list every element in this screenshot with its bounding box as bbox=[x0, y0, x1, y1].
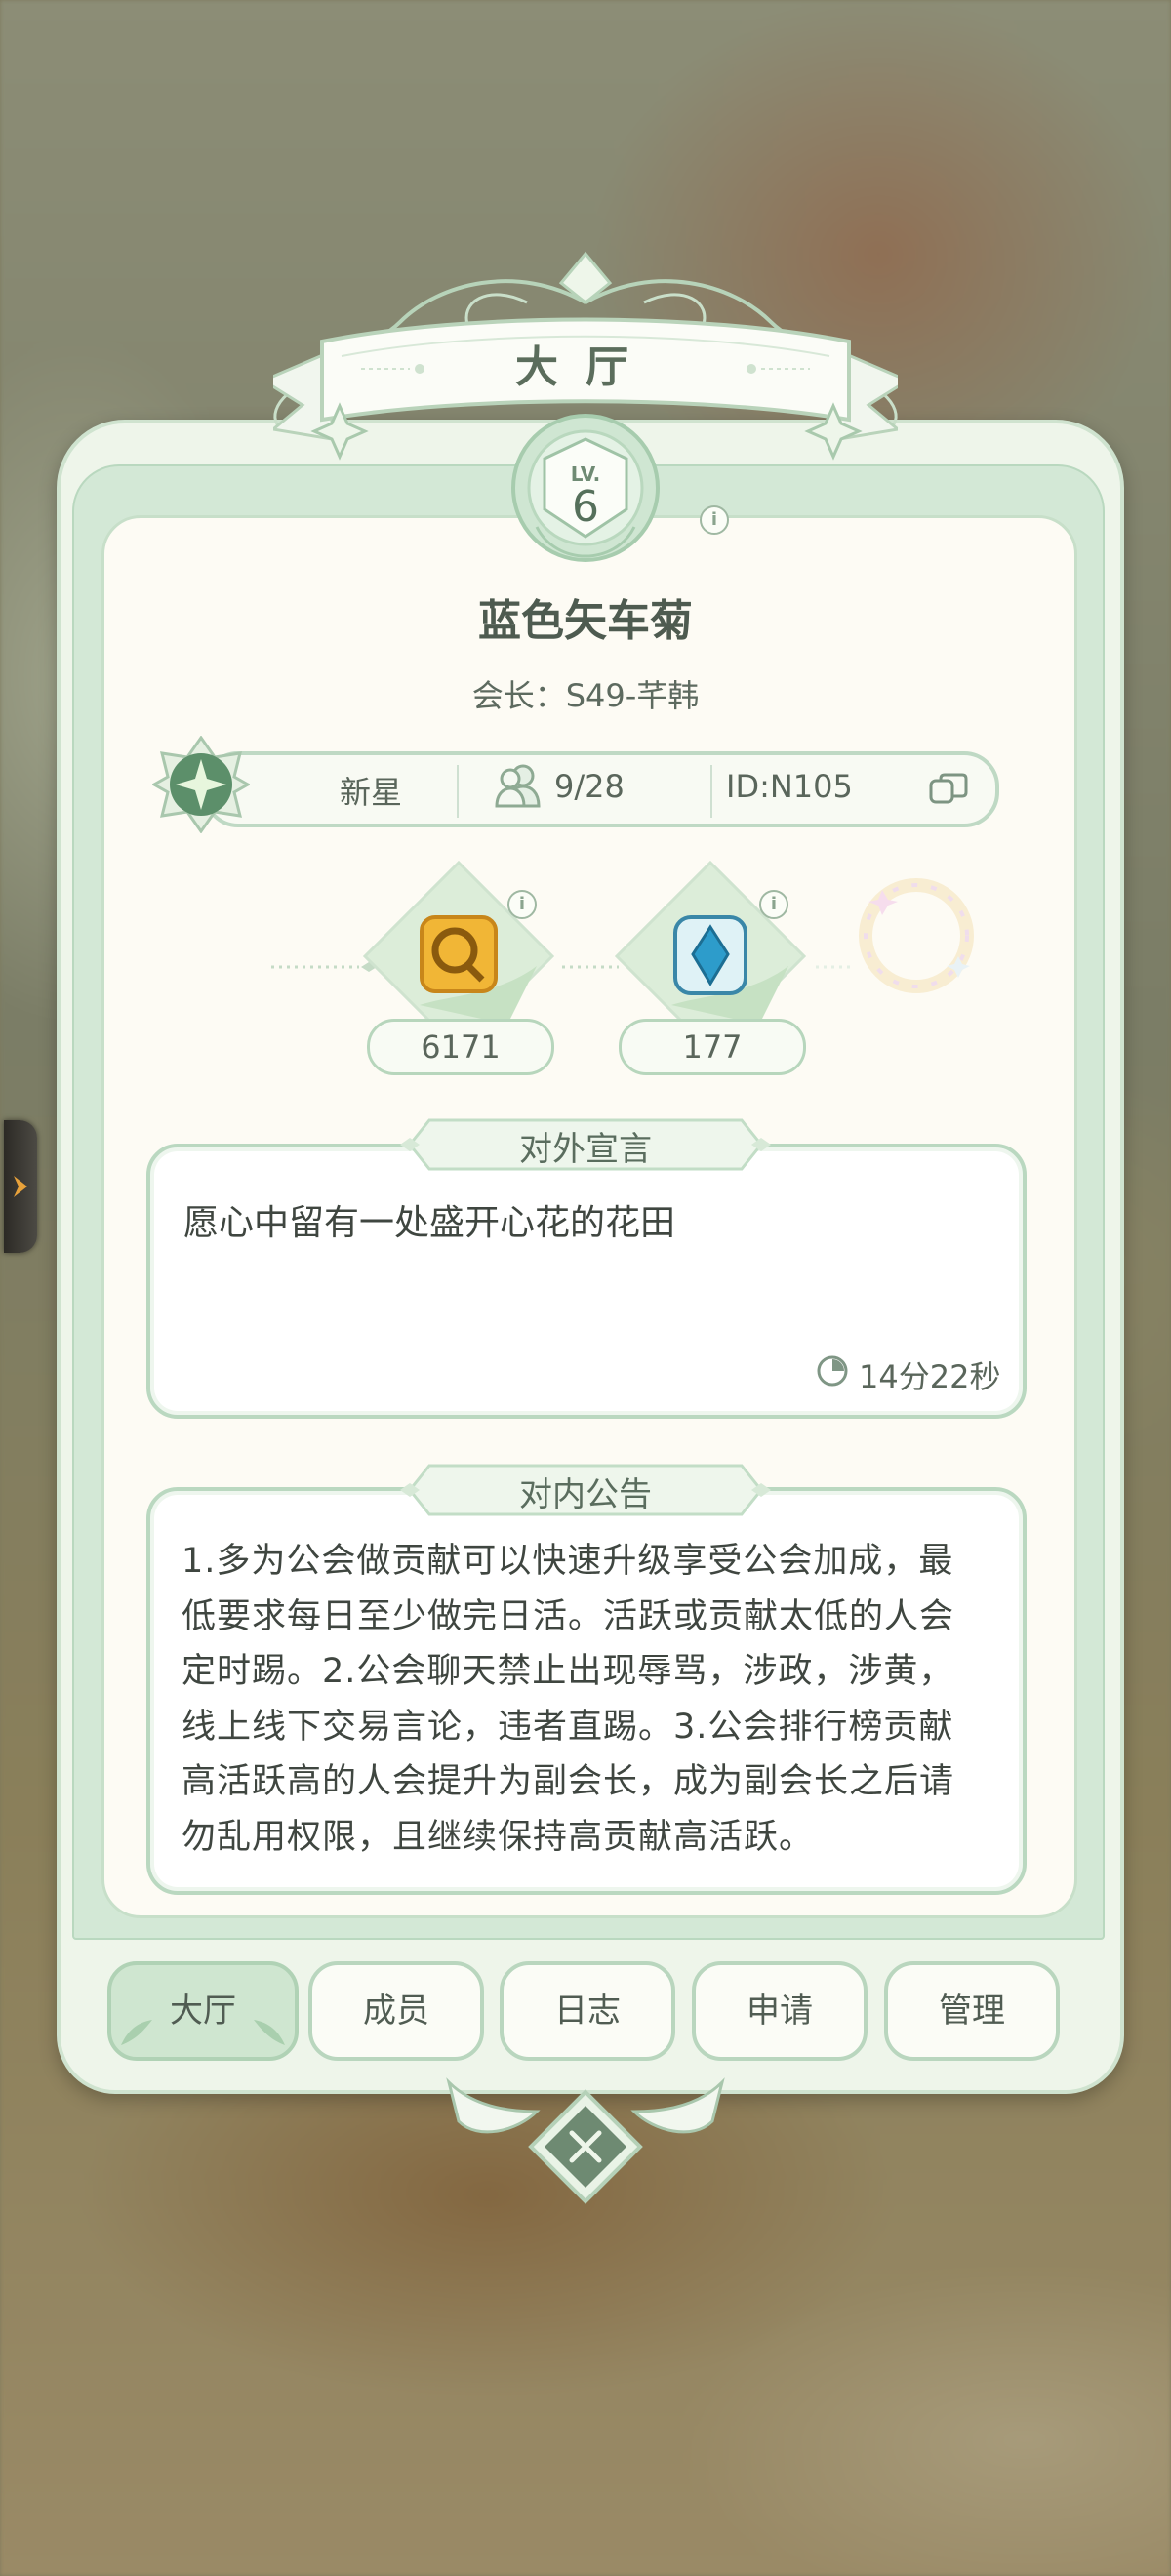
star-ornament-icon bbox=[310, 402, 369, 461]
tab-hall[interactable]: 大厅 bbox=[107, 1961, 299, 2061]
tab-label: 申请 bbox=[747, 1992, 813, 2031]
guild-id: ID:N105 bbox=[726, 768, 853, 805]
side-drawer-handle[interactable] bbox=[4, 1120, 37, 1253]
tab-label: 大厅 bbox=[170, 1992, 236, 2031]
tab-label: 管理 bbox=[939, 1992, 1005, 2031]
declaration-label: 对外宣言 bbox=[519, 1130, 652, 1169]
notice-line: 高活跃高的人会提升为副会长，成为副会长之后请 bbox=[182, 1762, 955, 1801]
notice-line: 低要求每日至少做完日活。活跃或贡献太低的人会 bbox=[182, 1596, 955, 1636]
guild-leader: 会长：S49-芊韩 bbox=[471, 677, 700, 714]
guild-level-value: 6 bbox=[572, 482, 599, 532]
notice-line: 线上线下交易言论，违者直踢。3.公会排行榜贡献 bbox=[182, 1707, 954, 1747]
crystal-value: 177 bbox=[619, 1019, 806, 1075]
tab-label: 日志 bbox=[554, 1992, 621, 2031]
locked-slot-ring-icon bbox=[859, 878, 974, 993]
rank-star-emblem-icon bbox=[152, 736, 250, 833]
member-count: 9/28 bbox=[554, 768, 625, 805]
divider bbox=[710, 765, 712, 818]
notice-line: 定时踢。2.公会聊天禁止出现辱骂，涉政，涉黄， bbox=[182, 1652, 954, 1691]
tab-manage[interactable]: 管理 bbox=[884, 1961, 1060, 2061]
leaf-ornament-icon bbox=[254, 2020, 285, 2045]
leaf-ornament-icon bbox=[121, 2020, 152, 2045]
notice-text: 1.多为公会做贡献可以快速升级享受公会加成，最 低要求每日至少做完日活。活跃或贡… bbox=[182, 1534, 1001, 1865]
guild-name: 蓝色矢车菊 bbox=[478, 596, 693, 646]
declaration-text: 愿心中留有一处盛开心花的花田 bbox=[183, 1203, 676, 1243]
panel-title: 大厅 bbox=[515, 342, 656, 392]
copy-icon[interactable] bbox=[929, 773, 968, 804]
currency-info-icon[interactable]: i bbox=[507, 890, 537, 919]
star-ornament-icon bbox=[804, 402, 863, 461]
tab-log[interactable]: 日志 bbox=[500, 1961, 675, 2061]
arrow-right-icon bbox=[14, 1176, 27, 1197]
guild-rank: 新星 bbox=[339, 774, 402, 811]
notice-label: 对内公告 bbox=[519, 1475, 652, 1514]
dotted-connector bbox=[562, 965, 619, 969]
crystal-info-icon[interactable]: i bbox=[759, 890, 788, 919]
declaration-timer: 14分22秒 bbox=[859, 1358, 1001, 1395]
level-info-icon[interactable]: i bbox=[700, 505, 729, 535]
gold-token-value: 6171 bbox=[367, 1019, 554, 1075]
notice-line: 1.多为公会做贡献可以快速升级享受公会加成，最 bbox=[182, 1542, 954, 1581]
clock-icon bbox=[817, 1355, 848, 1387]
tab-applications[interactable]: 申请 bbox=[692, 1961, 868, 2061]
close-button[interactable] bbox=[527, 2088, 644, 2205]
tab-label: 成员 bbox=[363, 1992, 429, 2031]
tab-members[interactable]: 成员 bbox=[308, 1961, 484, 2061]
divider bbox=[457, 765, 459, 818]
notice-line: 勿乱用权限，且继续保持高贡献高活跃。 bbox=[182, 1817, 815, 1857]
members-icon bbox=[495, 764, 541, 808]
